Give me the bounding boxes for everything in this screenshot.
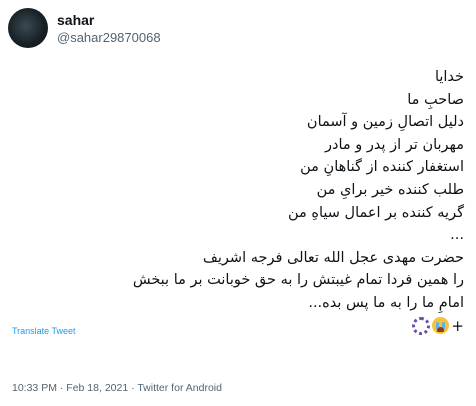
- author-display-name[interactable]: sahar: [57, 11, 161, 29]
- tweet-line: امامِ ما را به ما پس بده...: [308, 294, 464, 311]
- tweet-header: sahar @sahar29870068: [8, 6, 161, 50]
- tweet-line: حضرت مهدی عجل الله تعالی فرجه اشریف: [202, 249, 464, 266]
- plus-sign: +: [451, 316, 464, 335]
- tweet-line: گریه کننده بر اعمال سیاهِ من: [287, 204, 464, 221]
- tweet-text: خدایا صاحبِ ما دلیل اتصالِ زمین و آسمان …: [9, 66, 464, 337]
- tweet-line: دلیل اتصالِ زمین و آسمان: [306, 114, 464, 131]
- tweet-line: مهربان تر از پدر و مادر: [325, 136, 464, 153]
- tweet-source[interactable]: Twitter for Android: [137, 382, 222, 394]
- tweet-line: استغفار کننده از گناهانِ من: [300, 159, 464, 176]
- meta-separator: ·: [128, 382, 138, 394]
- translate-tweet-link[interactable]: Translate Tweet: [12, 326, 76, 336]
- author-handle[interactable]: @sahar29870068: [57, 29, 161, 46]
- tweet-line: طلب کننده خیر برایِ من: [316, 181, 464, 198]
- tweet-line: ...: [450, 227, 464, 244]
- avatar[interactable]: [8, 8, 48, 48]
- meta-separator: ·: [56, 382, 67, 394]
- tweet-line: خدایا: [434, 69, 464, 85]
- author-names: sahar @sahar29870068: [57, 11, 161, 46]
- tweet-meta: 10:33 PM · Feb 18, 2021 · Twitter for An…: [12, 382, 222, 394]
- tweet-line: را همین فردا تمام غیبتش را به حق خوبانت …: [132, 272, 464, 289]
- tweet-date[interactable]: Feb 18, 2021: [66, 382, 128, 394]
- crying-face-icon: [432, 317, 450, 335]
- tweet-line: صاحبِ ما: [407, 91, 464, 108]
- tweet-time[interactable]: 10:33 PM: [12, 382, 57, 394]
- emoji-line: +: [9, 315, 464, 337]
- prayer-beads-icon: [412, 316, 431, 335]
